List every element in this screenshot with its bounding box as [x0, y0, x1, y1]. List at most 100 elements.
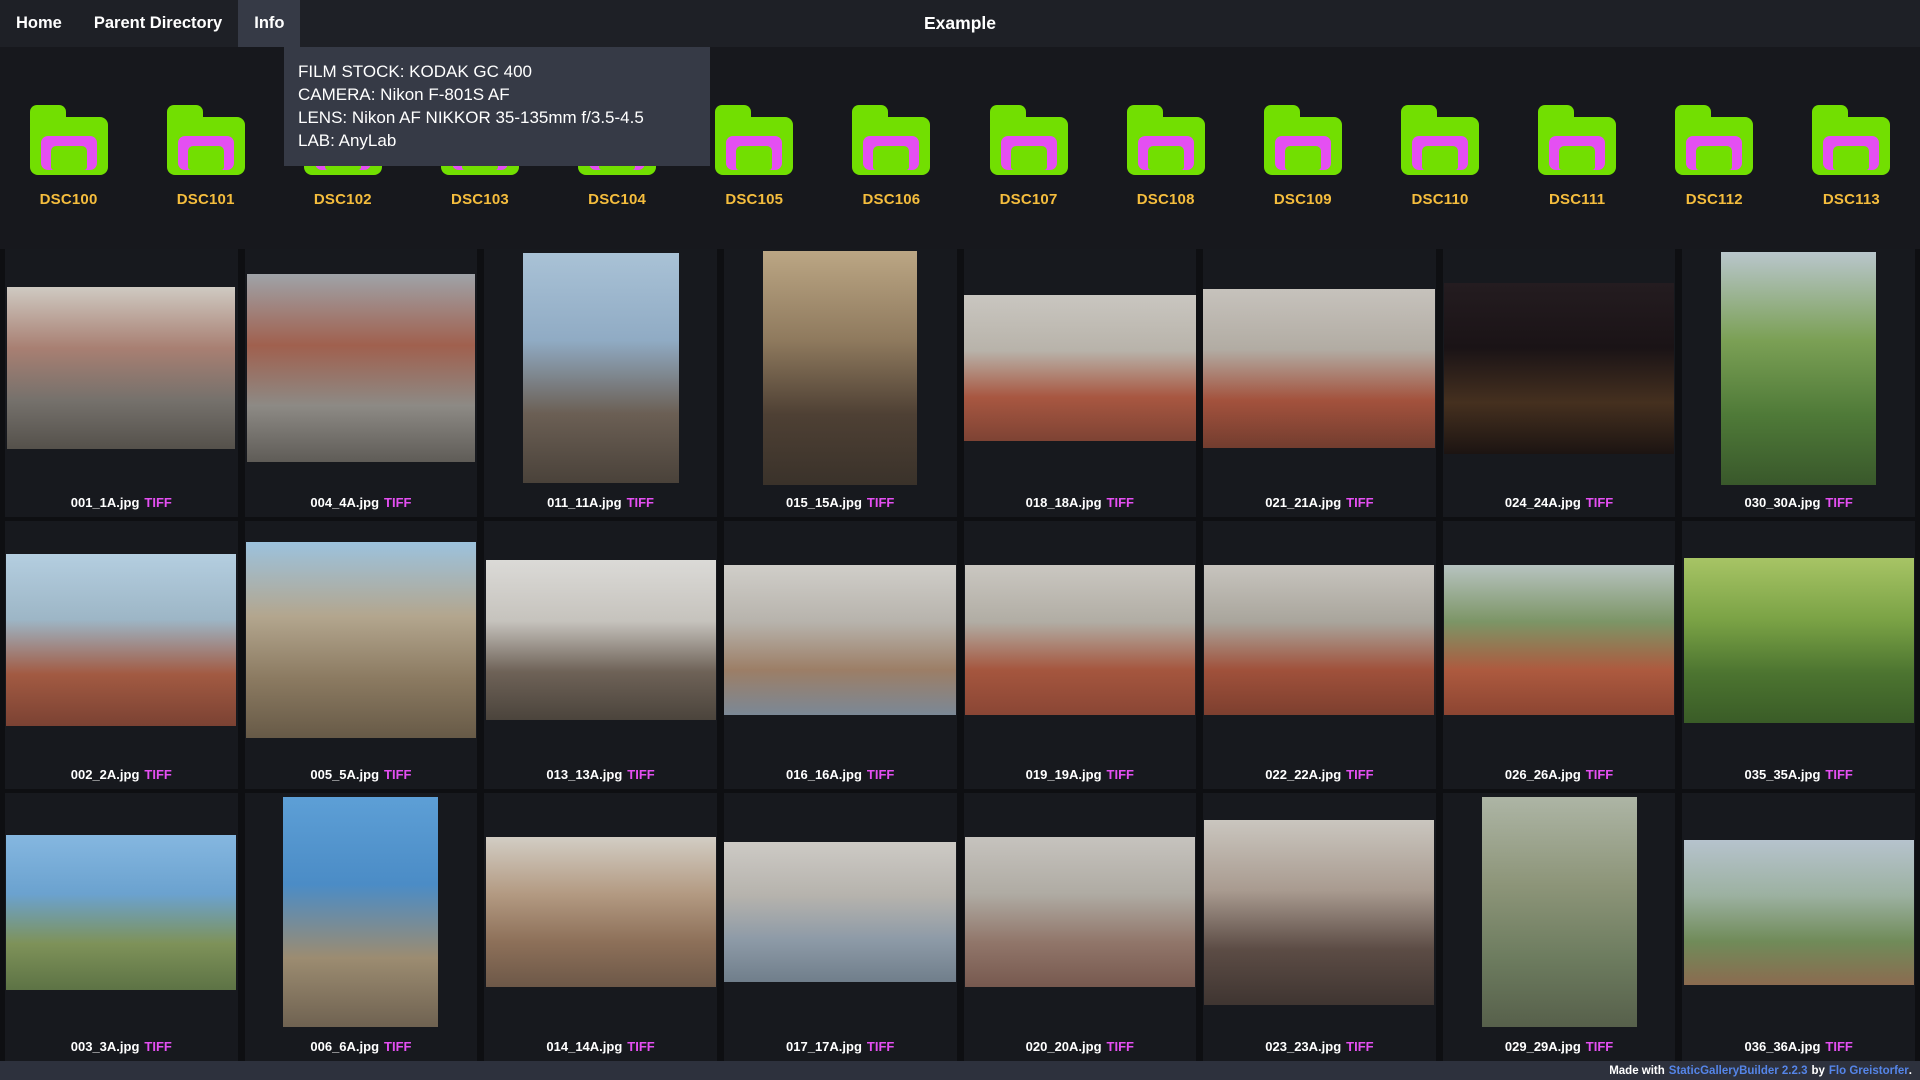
filename-link[interactable]: 004_4A.jpg	[310, 495, 379, 510]
folder-item-dsc110[interactable]: DSC110	[1371, 105, 1508, 208]
filename-link[interactable]: 023_23A.jpg	[1265, 1039, 1341, 1054]
thumbnail-area	[484, 521, 717, 759]
folder-item-dsc111[interactable]: DSC111	[1509, 105, 1646, 208]
thumbnail-area	[1682, 249, 1915, 487]
folder-body	[1675, 117, 1753, 175]
gallery-cell: 003_3A.jpg TIFF	[5, 793, 238, 1061]
nav-info-tab[interactable]: Info	[238, 0, 300, 47]
tiff-link[interactable]: TIFF	[1825, 767, 1852, 782]
filename-link[interactable]: 017_17A.jpg	[786, 1039, 862, 1054]
tiff-link[interactable]: TIFF	[1825, 1039, 1852, 1054]
folder-body	[1812, 117, 1890, 175]
gallery-cell: 036_36A.jpg TIFF	[1682, 793, 1915, 1061]
filename-link[interactable]: 020_20A.jpg	[1026, 1039, 1102, 1054]
tiff-link[interactable]: TIFF	[1346, 767, 1373, 782]
tiff-link[interactable]: TIFF	[1107, 495, 1134, 510]
nav-parent-directory[interactable]: Parent Directory	[78, 0, 238, 47]
gallery-cell: 002_2A.jpg TIFF	[5, 521, 238, 789]
photo-thumbnail[interactable]	[1684, 840, 1914, 985]
filename-link[interactable]: 019_19A.jpg	[1026, 767, 1102, 782]
folder-item-dsc101[interactable]: DSC101	[137, 105, 274, 208]
filename-link[interactable]: 024_24A.jpg	[1505, 495, 1581, 510]
folder-icon	[167, 105, 245, 175]
folder-item-dsc100[interactable]: DSC100	[0, 105, 137, 208]
photo-thumbnail[interactable]	[1204, 820, 1434, 1005]
folder-item-dsc109[interactable]: DSC109	[1234, 105, 1371, 208]
filename-link[interactable]: 036_36A.jpg	[1745, 1039, 1821, 1054]
filename-link[interactable]: 035_35A.jpg	[1745, 767, 1821, 782]
thumbnail-caption: 022_22A.jpg TIFF	[1203, 759, 1436, 789]
filename-link[interactable]: 018_18A.jpg	[1026, 495, 1102, 510]
tiff-link[interactable]: TIFF	[144, 495, 171, 510]
photo-thumbnail[interactable]	[724, 565, 956, 715]
filename-link[interactable]: 030_30A.jpg	[1745, 495, 1821, 510]
folder-item-dsc112[interactable]: DSC112	[1646, 105, 1783, 208]
photo-thumbnail[interactable]	[965, 565, 1195, 715]
filename-link[interactable]: 029_29A.jpg	[1505, 1039, 1581, 1054]
photo-thumbnail[interactable]	[523, 253, 679, 483]
folder-icon	[1264, 105, 1342, 175]
tiff-link[interactable]: TIFF	[627, 495, 654, 510]
photo-thumbnail[interactable]	[6, 835, 236, 990]
photo-thumbnail[interactable]	[1482, 797, 1637, 1027]
tiff-link[interactable]: TIFF	[1586, 495, 1613, 510]
folder-label: DSC107	[1000, 191, 1058, 208]
filename-link[interactable]: 005_5A.jpg	[310, 767, 379, 782]
filename-link[interactable]: 014_14A.jpg	[546, 1039, 622, 1054]
filename-link[interactable]: 021_21A.jpg	[1265, 495, 1341, 510]
tiff-link[interactable]: TIFF	[867, 495, 894, 510]
filename-link[interactable]: 016_16A.jpg	[786, 767, 862, 782]
photo-thumbnail[interactable]	[486, 837, 716, 987]
filename-link[interactable]: 002_2A.jpg	[71, 767, 140, 782]
photo-thumbnail[interactable]	[724, 842, 956, 982]
tiff-link[interactable]: TIFF	[1346, 1039, 1373, 1054]
photo-thumbnail[interactable]	[246, 542, 476, 738]
nav-home[interactable]: Home	[0, 0, 78, 47]
tiff-link[interactable]: TIFF	[1346, 495, 1373, 510]
filename-link[interactable]: 022_22A.jpg	[1265, 767, 1341, 782]
gallery-cell: 006_6A.jpg TIFF	[245, 793, 478, 1061]
filename-link[interactable]: 013_13A.jpg	[546, 767, 622, 782]
tiff-link[interactable]: TIFF	[1586, 767, 1613, 782]
photo-thumbnail[interactable]	[247, 274, 475, 462]
tiff-link[interactable]: TIFF	[627, 767, 654, 782]
photo-thumbnail[interactable]	[1444, 283, 1674, 454]
tiff-link[interactable]: TIFF	[867, 1039, 894, 1054]
tiff-link[interactable]: TIFF	[1825, 495, 1852, 510]
filename-link[interactable]: 026_26A.jpg	[1505, 767, 1581, 782]
thumbnail-area	[245, 793, 478, 1031]
tiff-link[interactable]: TIFF	[384, 767, 411, 782]
photo-thumbnail[interactable]	[6, 554, 236, 726]
photo-thumbnail[interactable]	[1203, 289, 1435, 448]
filename-link[interactable]: 011_11A.jpg	[547, 495, 621, 510]
tiff-link[interactable]: TIFF	[144, 767, 171, 782]
photo-thumbnail[interactable]	[763, 251, 917, 485]
folder-item-dsc108[interactable]: DSC108	[1097, 105, 1234, 208]
photo-thumbnail[interactable]	[964, 295, 1196, 441]
tiff-link[interactable]: TIFF	[384, 1039, 411, 1054]
builder-link[interactable]: StaticGalleryBuilder 2.2.3	[1669, 1065, 1808, 1077]
tiff-link[interactable]: TIFF	[144, 1039, 171, 1054]
filename-link[interactable]: 006_6A.jpg	[310, 1039, 379, 1054]
filename-link[interactable]: 003_3A.jpg	[71, 1039, 140, 1054]
tiff-link[interactable]: TIFF	[627, 1039, 654, 1054]
photo-thumbnail[interactable]	[283, 797, 438, 1027]
tiff-link[interactable]: TIFF	[867, 767, 894, 782]
photo-thumbnail[interactable]	[7, 287, 235, 449]
filename-link[interactable]: 001_1A.jpg	[71, 495, 140, 510]
author-link[interactable]: Flo Greistorfer	[1829, 1065, 1909, 1077]
folder-item-dsc106[interactable]: DSC106	[823, 105, 960, 208]
photo-thumbnail[interactable]	[1444, 565, 1674, 715]
filename-link[interactable]: 015_15A.jpg	[786, 495, 862, 510]
photo-thumbnail[interactable]	[965, 837, 1195, 987]
photo-thumbnail[interactable]	[1721, 252, 1876, 485]
photo-thumbnail[interactable]	[1204, 565, 1434, 715]
tiff-link[interactable]: TIFF	[384, 495, 411, 510]
tiff-link[interactable]: TIFF	[1107, 767, 1134, 782]
folder-item-dsc107[interactable]: DSC107	[960, 105, 1097, 208]
folder-item-dsc113[interactable]: DSC113	[1783, 105, 1920, 208]
tiff-link[interactable]: TIFF	[1586, 1039, 1613, 1054]
photo-thumbnail[interactable]	[486, 560, 716, 720]
tiff-link[interactable]: TIFF	[1107, 1039, 1134, 1054]
photo-thumbnail[interactable]	[1684, 558, 1914, 723]
